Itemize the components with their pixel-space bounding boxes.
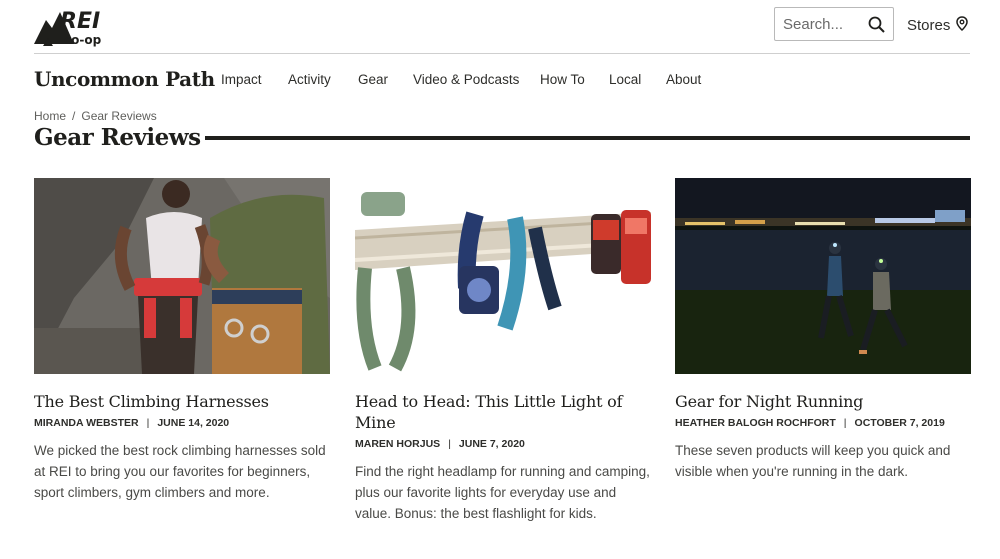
meta-separator: | [448, 438, 451, 450]
nav-item-impact[interactable]: Impact [221, 72, 262, 87]
article-author: MIRANDA WEBSTER [34, 417, 139, 429]
rei-coop-logo[interactable]: REI co-op [34, 2, 108, 48]
meta-separator: | [843, 417, 847, 429]
article-card: Head to Head: This Little Light of Mine … [355, 178, 651, 524]
logo-text-rei: REI [60, 9, 100, 34]
article-title[interactable]: Head to Head: This Little Light of Mine [355, 391, 651, 433]
article-image-night-running[interactable] [675, 178, 971, 374]
stores-link[interactable]: Stores [907, 14, 969, 36]
breadcrumb-home[interactable]: Home [34, 109, 66, 123]
site-nav: Uncommon Path Impact Activity Gear Video… [34, 55, 970, 105]
article-date: JUNE 14, 2020 [157, 417, 230, 429]
article-date: OCTOBER 7, 2019 [854, 417, 945, 429]
article-image-climbing[interactable] [34, 178, 330, 374]
article-date: JUNE 7, 2020 [458, 438, 525, 450]
nav-item-activity[interactable]: Activity [288, 72, 331, 87]
uncommon-path-brand[interactable]: Uncommon Path [34, 67, 215, 91]
search-icon[interactable] [868, 16, 885, 33]
article-excerpt: These seven products will keep you quick… [675, 443, 951, 479]
article-meta: MAREN HORJUS | JUNE 7, 2020 [355, 438, 651, 450]
breadcrumb: Home / Gear Reviews [34, 109, 157, 123]
article-author: HEATHER BALOGH ROCHFORT [675, 417, 836, 429]
article-author: MAREN HORJUS [355, 438, 441, 450]
article-excerpt: Find the right headlamp for running and … [355, 464, 650, 521]
title-divider [205, 136, 970, 140]
article-title[interactable]: Gear for Night Running [675, 391, 971, 412]
article-meta: HEATHER BALOGH ROCHFORT | OCTOBER 7, 201… [675, 417, 971, 429]
article-card: The Best Climbing Harnesses MIRANDA WEBS… [34, 178, 330, 503]
article-card: Gear for Night Running HEATHER BALOGH RO… [675, 178, 971, 482]
page-title: Gear Reviews [34, 124, 201, 151]
nav-item-video-podcasts[interactable]: Video & Podcasts [413, 72, 519, 87]
nav-item-local[interactable]: Local [609, 72, 641, 87]
nav-item-how-to[interactable]: How To [540, 72, 585, 87]
stores-label: Stores [907, 16, 951, 34]
top-bar: REI co-op Stores [34, 0, 970, 54]
article-title[interactable]: The Best Climbing Harnesses [34, 391, 330, 412]
logo-text-coop: co-op [64, 33, 102, 47]
article-image-headlamps[interactable] [355, 178, 651, 374]
article-excerpt: We picked the best rock climbing harness… [34, 443, 326, 500]
nav-item-about[interactable]: About [666, 72, 701, 87]
search-box [774, 7, 894, 41]
article-meta: MIRANDA WEBSTER | JUNE 14, 2020 [34, 417, 330, 429]
breadcrumb-separator: / [72, 109, 76, 123]
nav-item-gear[interactable]: Gear [358, 72, 388, 87]
meta-separator: | [146, 417, 150, 429]
map-pin-icon [956, 15, 969, 35]
search-input[interactable] [775, 8, 863, 40]
breadcrumb-current[interactable]: Gear Reviews [81, 109, 156, 123]
